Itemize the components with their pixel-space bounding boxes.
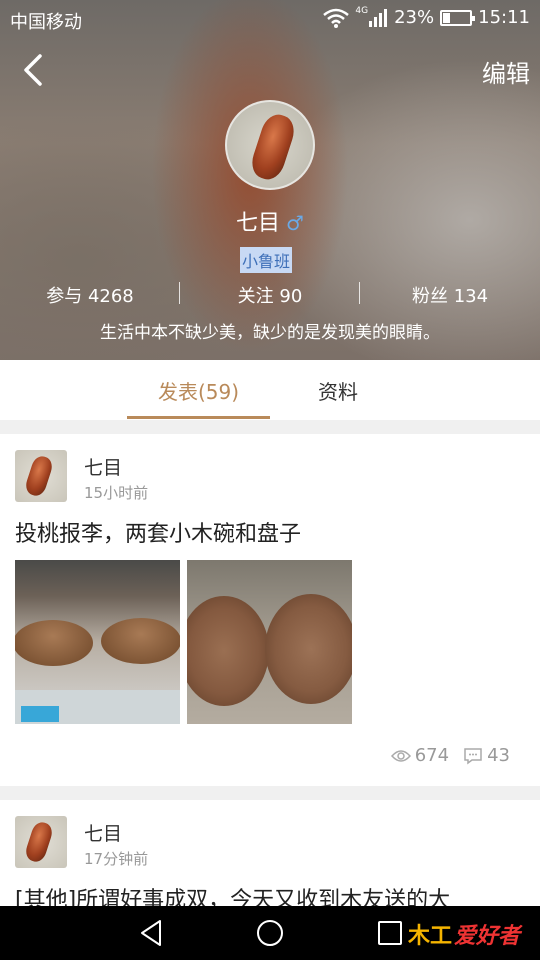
post-card[interactable]: 七目 17分钟前 [其他]所谓好事成双，今天又收到木友送的大 xyxy=(0,800,540,913)
tab-profile-info[interactable]: 资料 xyxy=(318,376,358,405)
tab-posts[interactable]: 发表(59) xyxy=(127,376,270,405)
post-time: 17分钟前 xyxy=(84,850,149,868)
battery-icon xyxy=(440,9,476,26)
eye-icon xyxy=(390,749,411,762)
profile-tabs: 发表(59) 资料 xyxy=(0,360,540,420)
stat-participation[interactable]: 参与 4268 xyxy=(0,282,180,308)
app-logo: 木工爱好者 xyxy=(408,924,521,949)
view-count: 674 xyxy=(390,745,449,766)
stat-following[interactable]: 关注 90 xyxy=(180,282,360,308)
post-time: 15小时前 xyxy=(84,484,149,502)
clock: 15:11 xyxy=(478,7,530,28)
carrier-name: 中国移动 xyxy=(10,12,82,33)
post-author[interactable]: 七目 xyxy=(84,453,122,480)
status-indicators: 4G 23% 15:11 xyxy=(323,5,530,28)
post-card[interactable]: 七目 15小时前 投桃报李，两套小木碗和盘子 674 43 xyxy=(0,434,540,786)
signal-icon xyxy=(369,8,388,27)
profile-stats: 参与 4268 关注 90 粉丝 134 xyxy=(0,282,540,308)
battery-percent: 23% xyxy=(394,7,435,28)
system-nav-bar: 木工爱好者 xyxy=(0,906,540,960)
avatar[interactable] xyxy=(15,450,67,502)
status-bar: 中国移动 4G 23% 15:11 xyxy=(0,0,540,38)
avatar[interactable] xyxy=(15,816,67,868)
profile-motto: 生活中本不缺少美，缺少的是发现美的眼睛。 xyxy=(100,323,440,343)
comment-count[interactable]: 43 xyxy=(463,745,510,766)
post-title[interactable]: 投桃报李，两套小木碗和盘子 xyxy=(15,516,301,548)
profile-name: 七目 xyxy=(236,211,281,236)
post-author[interactable]: 七目 xyxy=(84,819,122,846)
profile-header: 中国移动 4G 23% 15:11 编辑 七目 ♂ 小鲁班 参与 4268 关注… xyxy=(0,0,540,360)
male-icon: ♂ xyxy=(286,211,304,235)
stat-followers[interactable]: 粉丝 134 xyxy=(360,282,540,308)
comment-icon xyxy=(464,747,482,764)
post-image[interactable] xyxy=(15,560,180,724)
avatar[interactable] xyxy=(225,100,315,190)
post-image[interactable] xyxy=(187,560,352,724)
nav-recents-icon[interactable] xyxy=(375,918,405,948)
post-meta: 674 43 xyxy=(390,745,510,766)
network-type: 4G xyxy=(355,5,369,16)
nav-home-icon[interactable] xyxy=(255,918,285,948)
level-badge: 小鲁班 xyxy=(240,247,293,273)
profile-name-row: 七目 ♂ xyxy=(0,205,540,237)
nav-back-icon[interactable] xyxy=(136,918,166,948)
edit-button[interactable]: 编辑 xyxy=(482,54,530,89)
wifi-icon xyxy=(323,8,350,28)
active-tab-indicator xyxy=(127,416,270,419)
back-button[interactable] xyxy=(18,52,54,88)
